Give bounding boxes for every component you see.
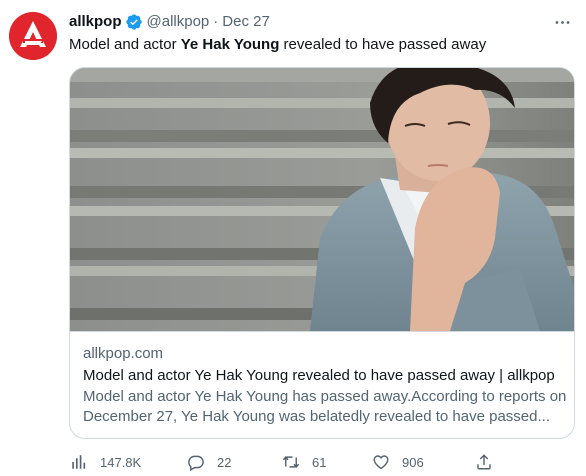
tweet-text-start: Model and actor bbox=[69, 36, 181, 53]
reply-button[interactable]: 22 bbox=[187, 452, 231, 472]
more-icon bbox=[555, 20, 569, 24]
card-description: Model and actor Ye Hak Young has passed … bbox=[83, 388, 567, 425]
author-name[interactable]: allkpop bbox=[69, 12, 122, 32]
reply-count: 22 bbox=[217, 454, 232, 470]
share-button[interactable] bbox=[475, 452, 505, 472]
retweet-count: 61 bbox=[312, 454, 327, 470]
tweet-actions: 147.8K 22 61 906 bbox=[0, 452, 586, 472]
like-button[interactable]: 906 bbox=[372, 452, 424, 472]
author-handle[interactable]: @allkpop bbox=[147, 12, 210, 32]
views-button[interactable]: 147.8K bbox=[70, 452, 141, 472]
verified-badge-icon bbox=[125, 13, 143, 31]
reply-icon bbox=[188, 455, 204, 471]
separator-dot: · bbox=[213, 13, 219, 30]
tweet-date[interactable]: Dec 27 bbox=[222, 12, 270, 32]
card-image[interactable] bbox=[70, 68, 574, 332]
views-count: 147.8K bbox=[100, 454, 142, 470]
link-card[interactable]: allkpop.com Model and actor Ye Hak Young… bbox=[69, 67, 575, 439]
card-title: Model and actor Ye Hak Young revealed to… bbox=[83, 367, 555, 384]
more-button[interactable] bbox=[550, 10, 574, 34]
like-icon bbox=[373, 455, 389, 470]
tweet-text-end: revealed to have passed away bbox=[279, 36, 487, 53]
like-count: 906 bbox=[402, 454, 424, 470]
avatar[interactable] bbox=[9, 12, 57, 60]
card-domain: allkpop.com bbox=[83, 345, 164, 362]
tweet-header: allkpop @allkpop · Dec 27 bbox=[69, 12, 270, 32]
retweet-icon bbox=[282, 456, 300, 468]
tweet[interactable]: allkpop @allkpop · Dec 27 Model and acto… bbox=[0, 0, 586, 476]
tweet-text: Model and actor Ye Hak Young revealed to… bbox=[69, 35, 486, 55]
tweet-text-bold: Ye Hak Young bbox=[180, 36, 280, 53]
share-icon bbox=[477, 454, 491, 470]
retweet-button[interactable]: 61 bbox=[282, 452, 326, 472]
allkpop-logo-icon bbox=[9, 12, 57, 60]
analytics-icon bbox=[72, 455, 86, 469]
